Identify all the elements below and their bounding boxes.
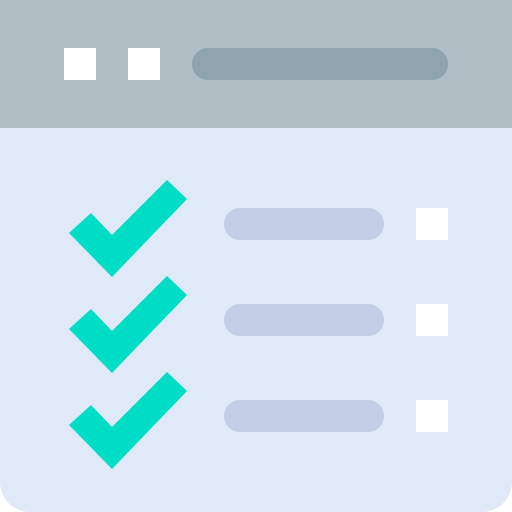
checkmark-shape — [69, 276, 187, 373]
checkbox[interactable] — [416, 208, 448, 240]
window-square-icon[interactable] — [64, 48, 96, 80]
checkbox[interactable] — [416, 400, 448, 432]
checkmark-shape — [69, 180, 187, 277]
checklist-panel — [0, 128, 512, 512]
title-bar — [0, 0, 512, 128]
list-item-text-placeholder — [224, 304, 384, 336]
list-item-text-placeholder — [224, 208, 384, 240]
browser-window — [0, 0, 512, 512]
checkbox[interactable] — [416, 304, 448, 336]
checkmark-shape — [69, 372, 187, 469]
checkmark-icon — [69, 372, 187, 469]
checkmark-icon — [69, 180, 187, 277]
list-item-text-placeholder — [224, 400, 384, 432]
address-bar[interactable] — [192, 48, 448, 80]
checkmark-icon — [69, 276, 187, 373]
window-square-icon[interactable] — [128, 48, 160, 80]
